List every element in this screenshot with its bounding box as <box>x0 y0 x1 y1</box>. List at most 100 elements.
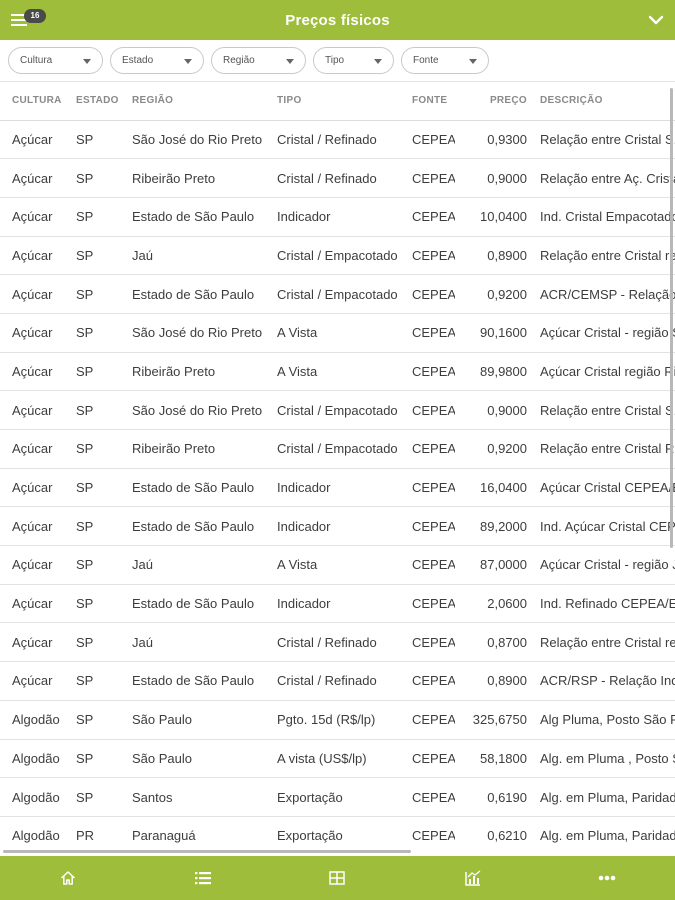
cell-regiao: Jaú <box>120 236 265 276</box>
cell-regiao: Ribeirão Preto <box>120 429 265 469</box>
cell-tipo: Indicador <box>265 506 400 547</box>
cell-estado: SP <box>64 429 120 469</box>
filter-estado[interactable]: Estado <box>110 47 204 74</box>
table-row[interactable]: Açúcar SP Estado de São Paulo Cristal / Ref… <box>0 661 675 701</box>
table-body: Açúcar SP São José do Rio Preto Cristal / R… <box>0 120 675 855</box>
table-row[interactable]: Algodão SP Santos Exportação CEPEA 0,6190 Alg.… <box>0 777 675 817</box>
cell-preco: 2,0600 <box>455 584 527 624</box>
cell-fonte: CEPEA <box>400 700 455 740</box>
cell-preco: 0,6190 <box>455 777 527 817</box>
filter-regiao[interactable]: Região <box>211 47 306 74</box>
tab-more[interactable] <box>577 856 637 900</box>
cell-descricao: Relação entre Cristal Ri <box>527 429 675 469</box>
cell-estado: SP <box>64 390 120 430</box>
horizontal-scrollbar[interactable] <box>3 850 411 853</box>
notification-badge: 16 <box>24 9 46 23</box>
table-row[interactable]: Açúcar SP Ribeirão Preto Cristal / Empacota… <box>0 429 675 469</box>
column-header-regiao[interactable]: REGIÃO <box>120 82 265 121</box>
cell-cultura: Açúcar <box>0 197 64 237</box>
dropdown-caret-icon <box>184 59 192 64</box>
cell-cultura: Algodão <box>0 739 64 779</box>
cell-tipo: Exportação <box>265 777 400 817</box>
filter-cultura[interactable]: Cultura <box>8 47 103 74</box>
cell-cultura: Açúcar <box>0 506 64 547</box>
tab-list[interactable] <box>173 856 233 900</box>
cell-descricao: Açúcar Cristal região Ri <box>527 352 675 392</box>
cell-fonte: CEPEA <box>400 236 455 276</box>
cell-fonte: CEPEA <box>400 158 455 198</box>
column-header-preco[interactable]: PREÇO <box>455 82 527 121</box>
column-header-cultura[interactable]: CULTURA <box>0 82 64 121</box>
cell-cultura: Açúcar <box>0 468 64 508</box>
table-row[interactable]: Algodão SP São Paulo A vista (US$/lp) CEPEA 5… <box>0 739 675 779</box>
menu-button[interactable]: 16 <box>11 9 51 33</box>
cell-estado: SP <box>64 468 120 508</box>
cell-estado: SP <box>64 274 120 314</box>
table-row[interactable]: Açúcar SP Jaú A Vista CEPEA 87,0000 Açúcar Cri… <box>0 545 675 585</box>
table-row[interactable]: Açúcar SP Estado de São Paulo Indicador CEPE… <box>0 584 675 624</box>
cell-cultura: Açúcar <box>0 158 64 198</box>
cell-descricao: Relação entre Cristal re <box>527 622 675 663</box>
cell-fonte: CEPEA <box>400 197 455 237</box>
tab-home[interactable] <box>38 856 98 900</box>
table-row[interactable]: Açúcar SP Estado de São Paulo Cristal / Emp… <box>0 274 675 314</box>
cell-estado: SP <box>64 352 120 392</box>
cell-fonte: CEPEA <box>400 313 455 353</box>
vertical-scrollbar[interactable] <box>670 88 673 548</box>
column-header-estado[interactable]: ESTADO <box>64 82 120 121</box>
home-icon <box>61 871 75 885</box>
cell-preco: 0,9200 <box>455 274 527 314</box>
table-row[interactable]: Açúcar SP São José do Rio Preto Cristal / E… <box>0 390 675 430</box>
cell-estado: SP <box>64 661 120 701</box>
cell-cultura: Açúcar <box>0 352 64 392</box>
column-header-descricao[interactable]: DESCRIÇÃO <box>527 82 675 121</box>
cell-fonte: CEPEA <box>400 777 455 817</box>
cell-fonte: CEPEA <box>400 468 455 508</box>
filter-tipo[interactable]: Tipo <box>313 47 394 74</box>
cell-descricao: Relação entre Cristal re <box>527 236 675 276</box>
cell-descricao: Alg. em Pluma, Paridad <box>527 777 675 817</box>
cell-descricao: Alg. em Pluma , Posto S <box>527 739 675 779</box>
cell-preco: 89,2000 <box>455 506 527 547</box>
cell-tipo: Pgto. 15d (R$/lp) <box>265 700 400 740</box>
table-row[interactable]: Açúcar SP Jaú Cristal / Refinado CEPEA 0,8700… <box>0 622 675 663</box>
cell-preco: 0,9000 <box>455 158 527 198</box>
cell-descricao: Relação entre Cristal S... <box>527 120 675 160</box>
cell-tipo: Cristal / Empacotado <box>265 236 400 276</box>
cell-estado: SP <box>64 506 120 547</box>
cell-fonte: CEPEA <box>400 545 455 585</box>
cell-fonte: CEPEA <box>400 739 455 779</box>
cell-descricao: ACR/RSP - Relação Ind <box>527 661 675 701</box>
cell-tipo: Indicador <box>265 197 400 237</box>
app-header: 16 Preços físicos <box>0 0 675 40</box>
tab-table[interactable] <box>307 856 367 900</box>
collapse-button[interactable] <box>647 11 665 29</box>
column-header-fonte[interactable]: FONTE <box>400 82 455 121</box>
table-row[interactable]: Algodão SP São Paulo Pgto. 15d (R$/lp) CEPEA… <box>0 700 675 740</box>
cell-fonte: CEPEA <box>400 622 455 663</box>
cell-tipo: Cristal / Empacotado <box>265 390 400 430</box>
cell-preco: 0,8700 <box>455 622 527 663</box>
table-row[interactable]: Açúcar SP Jaú Cristal / Empacotado CEPEA 0,89… <box>0 236 675 276</box>
tab-chart[interactable] <box>443 856 503 900</box>
filter-fonte[interactable]: Fonte <box>401 47 489 74</box>
prices-table-container[interactable]: CULTURA ESTADO REGIÃO TIPO FONTE PREÇO D… <box>0 82 675 855</box>
table-row[interactable]: Açúcar SP São José do Rio Preto Cristal / R… <box>0 120 675 160</box>
table-row[interactable]: Açúcar SP Estado de São Paulo Indicador CEPE… <box>0 506 675 547</box>
cell-descricao: Relação entre Aç. Crista <box>527 158 675 198</box>
cell-cultura: Açúcar <box>0 236 64 276</box>
table-row[interactable]: Açúcar SP Ribeirão Preto Cristal / Refinado… <box>0 158 675 198</box>
table-row[interactable]: Açúcar SP Estado de São Paulo Indicador CEPE… <box>0 197 675 237</box>
filter-label: Tipo <box>325 55 345 66</box>
cell-regiao: Jaú <box>120 545 265 585</box>
dropdown-caret-icon <box>286 59 294 64</box>
cell-tipo: Cristal / Refinado <box>265 120 400 160</box>
cell-tipo: Cristal / Refinado <box>265 158 400 198</box>
cell-regiao: Estado de São Paulo <box>120 506 265 547</box>
column-header-tipo[interactable]: TIPO <box>265 82 400 121</box>
table-row[interactable]: Açúcar SP Ribeirão Preto A Vista CEPEA 89,980… <box>0 352 675 392</box>
cell-tipo: Cristal / Refinado <box>265 661 400 701</box>
cell-cultura: Açúcar <box>0 390 64 430</box>
table-row[interactable]: Açúcar SP São José do Rio Preto A Vista CEPE… <box>0 313 675 353</box>
table-row[interactable]: Açúcar SP Estado de São Paulo Indicador CEPE… <box>0 468 675 508</box>
